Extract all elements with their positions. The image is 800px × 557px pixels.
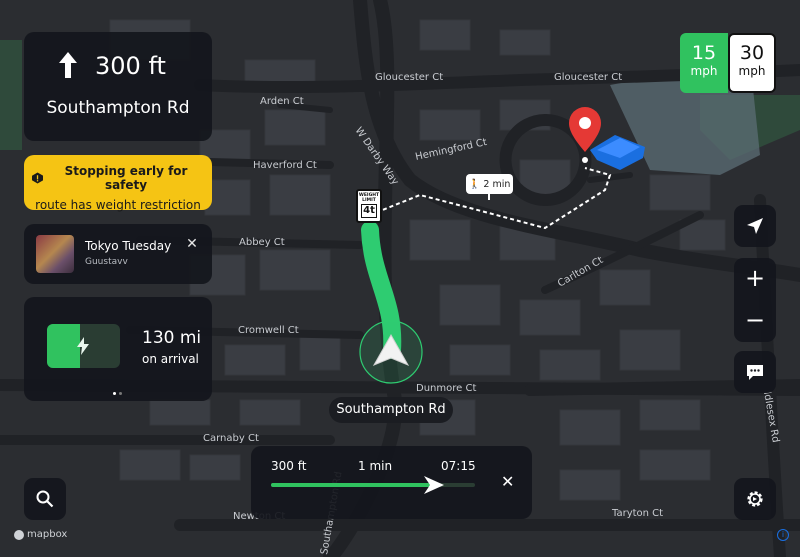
speed-limit-value: 30 [739, 42, 765, 64]
walk-time-badge: 🚶 2 min [466, 174, 513, 200]
info-icon[interactable]: i [777, 529, 789, 541]
progress-arrow-icon [424, 476, 445, 494]
page-indicator [113, 392, 122, 395]
attribution[interactable]: mapbox [14, 529, 67, 540]
current-speed-value: 15 [691, 42, 717, 64]
sign-value: 4t [361, 204, 377, 218]
alert-title: Stopping early for safety [64, 164, 188, 192]
trip-progress-bar [271, 476, 475, 494]
safety-alert[interactable]: Stopping early for safety route has weig… [24, 155, 212, 212]
arrow-up-icon [59, 52, 77, 78]
zoom-out-icon[interactable]: − [745, 300, 765, 342]
current-road-label: Southampton Rd [329, 397, 453, 423]
walk-time-label: 2 min [483, 178, 511, 190]
chat-icon [747, 365, 763, 380]
attribution-label: mapbox [27, 529, 68, 540]
maneuver-distance: 300 ft [95, 52, 166, 80]
charging-bolt-icon [77, 337, 89, 355]
park-area [0, 40, 22, 150]
current-speed-unit: mph [690, 64, 718, 78]
speed-limit-unit: mph [738, 64, 766, 78]
navigation-screen: Gloucester Ct Gloucester Ct Arden Ct W D… [0, 0, 800, 557]
album-art[interactable] [36, 235, 74, 273]
range-value: 130 mi [142, 328, 202, 348]
media-panel[interactable]: Tokyo Tuesday Guustavv ✕ [24, 224, 212, 284]
battery-gauge [47, 324, 120, 368]
current-speed: 15 mph [680, 33, 728, 93]
location-arrow-icon [747, 218, 763, 234]
street-label: Abbey Ct [239, 237, 285, 248]
zoom-control[interactable]: + − [734, 258, 776, 342]
street-label: Taryton Ct [611, 508, 663, 519]
close-icon[interactable]: ✕ [501, 472, 514, 491]
feedback-button[interactable] [734, 351, 776, 393]
alert-subtitle: route has weight restriction [35, 198, 201, 212]
street-label: Cromwell Ct [238, 325, 299, 336]
street-label: Gloucester Ct [375, 72, 443, 83]
track-artist: Guustavv [85, 257, 128, 267]
warning-icon [32, 172, 44, 184]
street-label: Dunmore Ct [416, 383, 476, 394]
maneuver-street: Southampton Rd [46, 98, 190, 118]
track-title: Tokyo Tuesday [85, 239, 172, 253]
street-label: Arden Ct [260, 96, 304, 107]
settings-button[interactable] [734, 478, 776, 520]
trip-time: 1 min [358, 459, 393, 473]
trip-distance: 300 ft [271, 459, 307, 473]
street-label: Haverford Ct [253, 160, 317, 171]
close-icon[interactable]: ✕ [184, 236, 200, 252]
maneuver-panel[interactable]: 300 ft Southampton Rd [24, 32, 212, 141]
trip-eta: 07:15 [441, 459, 476, 473]
range-label: on arrival [142, 352, 199, 366]
pedestrian-icon: 🚶 [468, 178, 481, 190]
sign-line-2: LIMIT [362, 198, 376, 203]
battery-fill [47, 324, 80, 368]
street-label: Gloucester Ct [554, 72, 622, 83]
trip-progress-fill [271, 483, 435, 487]
search-button[interactable] [24, 478, 66, 520]
recenter-button[interactable] [734, 205, 776, 247]
street-label: Carnaby Ct [203, 433, 259, 444]
battery-panel[interactable]: 130 mi on arrival [24, 297, 212, 401]
zoom-in-icon[interactable]: + [745, 258, 765, 300]
weight-limit-sign: WEIGHT LIMIT 4t [356, 189, 382, 223]
speed-limit-sign: 30 mph [728, 33, 776, 93]
gear-icon [747, 491, 763, 507]
current-location-puck [359, 320, 423, 384]
mapbox-logo-icon [14, 529, 24, 540]
search-icon [36, 490, 54, 508]
trip-progress-panel[interactable]: 300 ft 1 min 07:15 ✕ [251, 446, 532, 519]
